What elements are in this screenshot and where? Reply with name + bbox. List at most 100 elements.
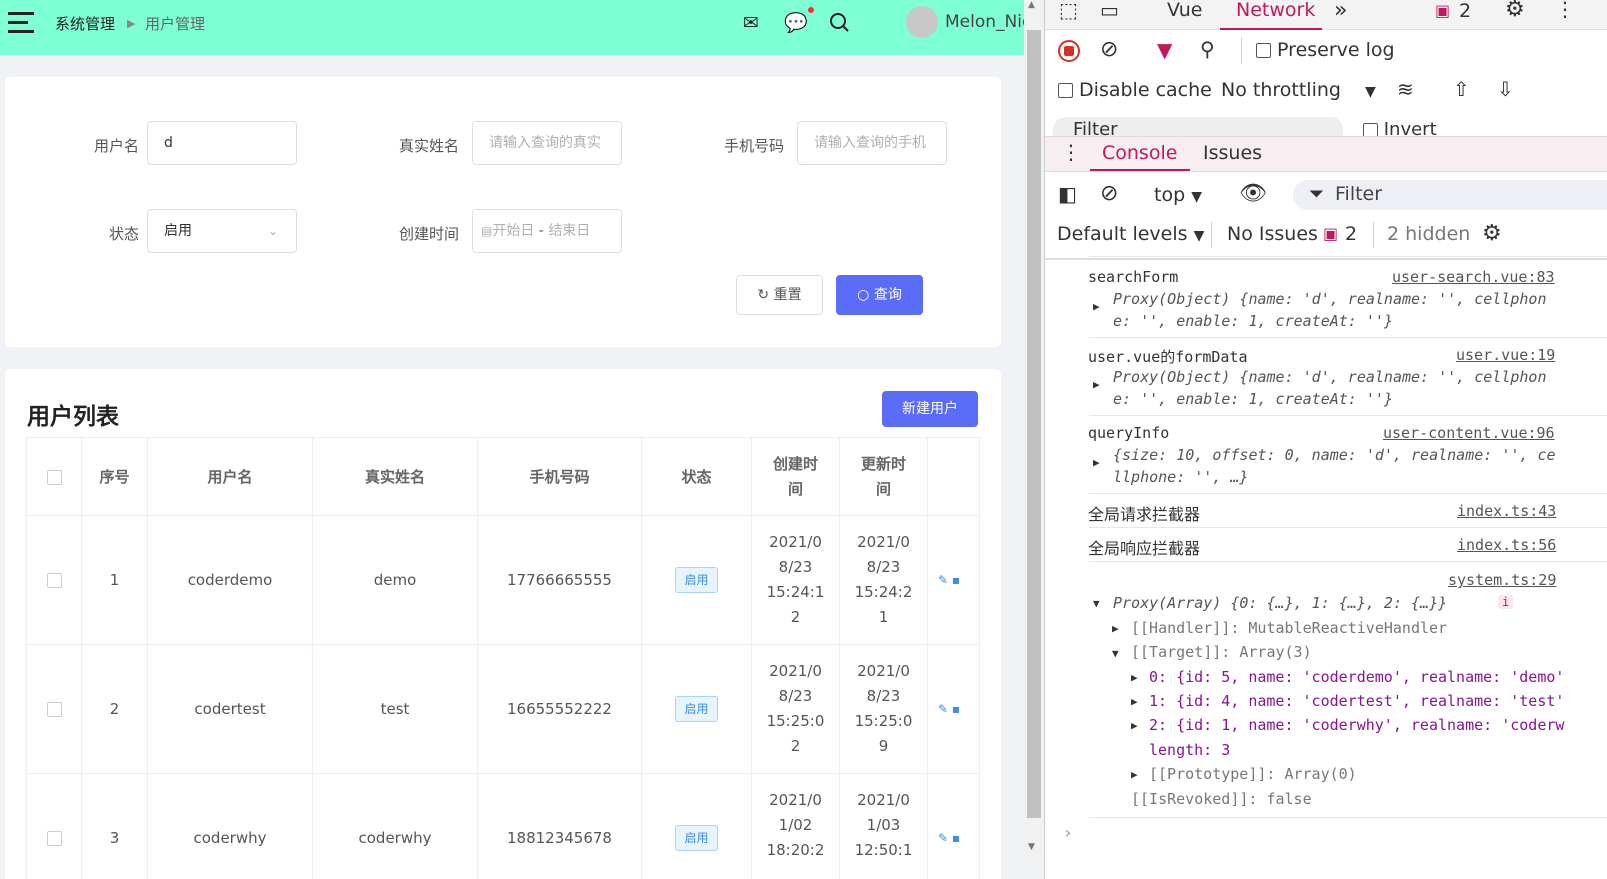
network-search-icon[interactable]: ⚲	[1200, 37, 1215, 61]
cell-cellphone: 16655552222	[477, 644, 642, 774]
array-summary[interactable]: Proxy(Array) {0: {…}, 1: {…}, 2: {…}}	[1113, 594, 1447, 612]
network-conditions-icon[interactable]: ≋	[1397, 77, 1414, 101]
page-scrollbar[interactable]: ▲ ▼	[1024, 0, 1044, 858]
edit-icon[interactable]: ✎ ▪	[927, 644, 980, 774]
realname-input[interactable]: 请输入查询的真实	[472, 121, 622, 165]
user-list-card: 用户列表 新建用户 序号 用户名 真实姓名 手机号码 状态 创建时 间 更新时 …	[5, 369, 1001, 879]
edit-icon[interactable]: ✎ ▪	[927, 773, 980, 879]
expand-arrow-icon[interactable]: ▶	[1131, 695, 1138, 708]
expand-arrow-icon[interactable]: ▶	[1131, 671, 1138, 684]
console-object-preview[interactable]: {size: 10, offset: 0, name: 'd', realnam…	[1113, 446, 1556, 464]
console-source-link[interactable]: index.ts:56	[1457, 536, 1556, 554]
chat-icon[interactable]: 💬	[784, 12, 808, 34]
expand-arrow-icon[interactable]: ▶	[1093, 300, 1100, 313]
cellphone-input[interactable]: 请输入查询的手机	[797, 121, 947, 165]
select-all-checkbox[interactable]	[26, 437, 82, 516]
row-checkbox[interactable]	[26, 644, 82, 774]
console-object-preview[interactable]: Proxy(Object) {name: 'd', realname: '', …	[1113, 290, 1546, 308]
invert-checkbox[interactable]: Invert	[1363, 117, 1463, 137]
table-header-row: 序号 用户名 真实姓名 手机号码 状态 创建时 间 更新时 间	[26, 437, 980, 516]
expand-arrow-icon[interactable]: ▶	[1131, 719, 1138, 732]
kebab-menu-icon[interactable]: ⋮	[1555, 0, 1575, 21]
expand-arrow-icon[interactable]: ▶	[1093, 456, 1100, 469]
more-tabs-icon[interactable]: »	[1334, 0, 1347, 23]
clear-icon[interactable]: ⊘	[1100, 37, 1118, 62]
log-levels-select[interactable]: Default levels ▼	[1057, 223, 1204, 245]
console-source-link[interactable]: user.vue:19	[1456, 346, 1555, 364]
row-checkbox[interactable]	[26, 773, 82, 879]
console-message-label: user.vue的formData	[1088, 348, 1248, 366]
date-start-placeholder: 开始日	[492, 223, 535, 239]
console-clear-icon[interactable]: ⊘	[1100, 181, 1118, 206]
console-source-link[interactable]: index.ts:43	[1457, 502, 1556, 520]
import-har-icon[interactable]: ⇧	[1453, 77, 1470, 101]
collapse-arrow-icon[interactable]: ▼	[1112, 647, 1119, 660]
tab-issues[interactable]: Issues	[1203, 142, 1262, 164]
row-checkbox[interactable]	[26, 515, 82, 645]
target-line[interactable]: [[Target]]: Array(3)	[1131, 643, 1312, 661]
console-source-link[interactable]: user-content.vue:96	[1383, 424, 1555, 442]
disable-cache-label: Disable cache	[1079, 79, 1212, 101]
issues-icon[interactable]: ▣	[1435, 1, 1450, 20]
scroll-down-icon[interactable]: ▼	[1028, 842, 1040, 852]
preserve-log-label: Preserve log	[1277, 39, 1395, 61]
menu-toggle-icon[interactable]	[8, 12, 34, 34]
disable-cache-checkbox[interactable]: Disable cache	[1058, 79, 1212, 101]
expand-arrow-icon[interactable]: ▶	[1093, 378, 1100, 391]
username[interactable]: Melon_Nie	[945, 12, 1032, 32]
mail-icon[interactable]: ✉	[740, 12, 762, 34]
levels-arrow-icon: ▼	[1193, 228, 1205, 244]
length-line: length: 3	[1149, 741, 1231, 759]
breadcrumb-system[interactable]: 系统管理	[55, 13, 115, 34]
tab-network[interactable]: Network	[1236, 0, 1315, 21]
collapse-arrow-icon[interactable]: ▼	[1093, 597, 1100, 610]
issues-badge-icon[interactable]: ▣	[1323, 224, 1338, 243]
network-filter-input[interactable]: Filter	[1053, 117, 1343, 137]
scroll-up-icon[interactable]: ▲	[1028, 0, 1040, 10]
console-source-link[interactable]: user-search.vue:83	[1392, 268, 1555, 286]
tab-vue[interactable]: Vue	[1167, 0, 1202, 21]
new-user-button[interactable]: 新建用户	[882, 391, 978, 427]
cell-username: coderdemo	[147, 515, 313, 645]
console-settings-icon[interactable]: ⚙	[1482, 221, 1502, 246]
handler-line[interactable]: [[Handler]]: MutableReactiveHandler	[1131, 619, 1447, 637]
info-icon[interactable]: i	[1498, 595, 1514, 609]
console-filter-input[interactable]: ⏷ Filter	[1293, 180, 1607, 210]
filter-icon[interactable]: ▼	[1157, 38, 1172, 62]
expand-arrow-icon[interactable]: ▶	[1131, 768, 1138, 781]
array-item[interactable]: 0: {id: 5, name: 'coderdemo', realname: …	[1149, 668, 1564, 686]
preserve-log-checkbox[interactable]: Preserve log	[1256, 39, 1395, 61]
username-input[interactable]: d	[147, 121, 297, 165]
list-title: 用户列表	[27, 404, 119, 430]
tab-console[interactable]: Console	[1102, 142, 1177, 164]
prototype-line[interactable]: [[Prototype]]: Array(0)	[1149, 765, 1357, 783]
scroll-thumb[interactable]	[1027, 30, 1041, 818]
console-prompt-icon[interactable]: ›	[1063, 823, 1073, 842]
record-stop-icon[interactable]	[1058, 40, 1080, 62]
avatar[interactable]	[906, 6, 938, 38]
col-index: 序号	[81, 437, 148, 516]
status-select[interactable]: 启用 ⌄	[147, 209, 297, 253]
date-range-picker[interactable]: ▤开始日 - 结束日	[472, 209, 622, 253]
preserve-log-box	[1256, 43, 1271, 58]
console-source-link[interactable]: system.ts:29	[1448, 571, 1556, 589]
device-toolbar-icon[interactable]: ▭	[1100, 0, 1119, 22]
live-expression-icon[interactable]: 👁	[1239, 181, 1267, 206]
array-item[interactable]: 1: {id: 4, name: 'codertest', realname: …	[1149, 692, 1564, 710]
cell-created: 2021/0 8/23 15:25:0 2	[751, 644, 840, 774]
drawer-menu-icon[interactable]: ⋮	[1061, 140, 1081, 164]
throttling-select[interactable]: No throttling ▼	[1221, 79, 1376, 101]
reset-button[interactable]: ↻ 重置	[736, 275, 823, 315]
array-item[interactable]: 2: {id: 1, name: 'coderwhy', realname: '…	[1149, 716, 1564, 734]
inspect-icon[interactable]: ⬚	[1059, 0, 1078, 22]
query-button[interactable]: ○ 查询	[836, 275, 923, 315]
gear-icon[interactable]: ⚙	[1505, 0, 1525, 22]
expand-arrow-icon[interactable]: ▶	[1112, 622, 1119, 635]
export-har-icon[interactable]: ⇩	[1497, 77, 1514, 101]
edit-icon[interactable]: ✎ ▪	[927, 515, 980, 645]
console-divider	[1089, 256, 1607, 257]
sidebar-toggle-icon[interactable]: ◧	[1058, 182, 1077, 206]
console-object-preview[interactable]: Proxy(Object) {name: 'd', realname: '', …	[1113, 368, 1546, 386]
search-icon[interactable]	[828, 12, 850, 34]
context-select[interactable]: top ▼	[1154, 184, 1202, 206]
